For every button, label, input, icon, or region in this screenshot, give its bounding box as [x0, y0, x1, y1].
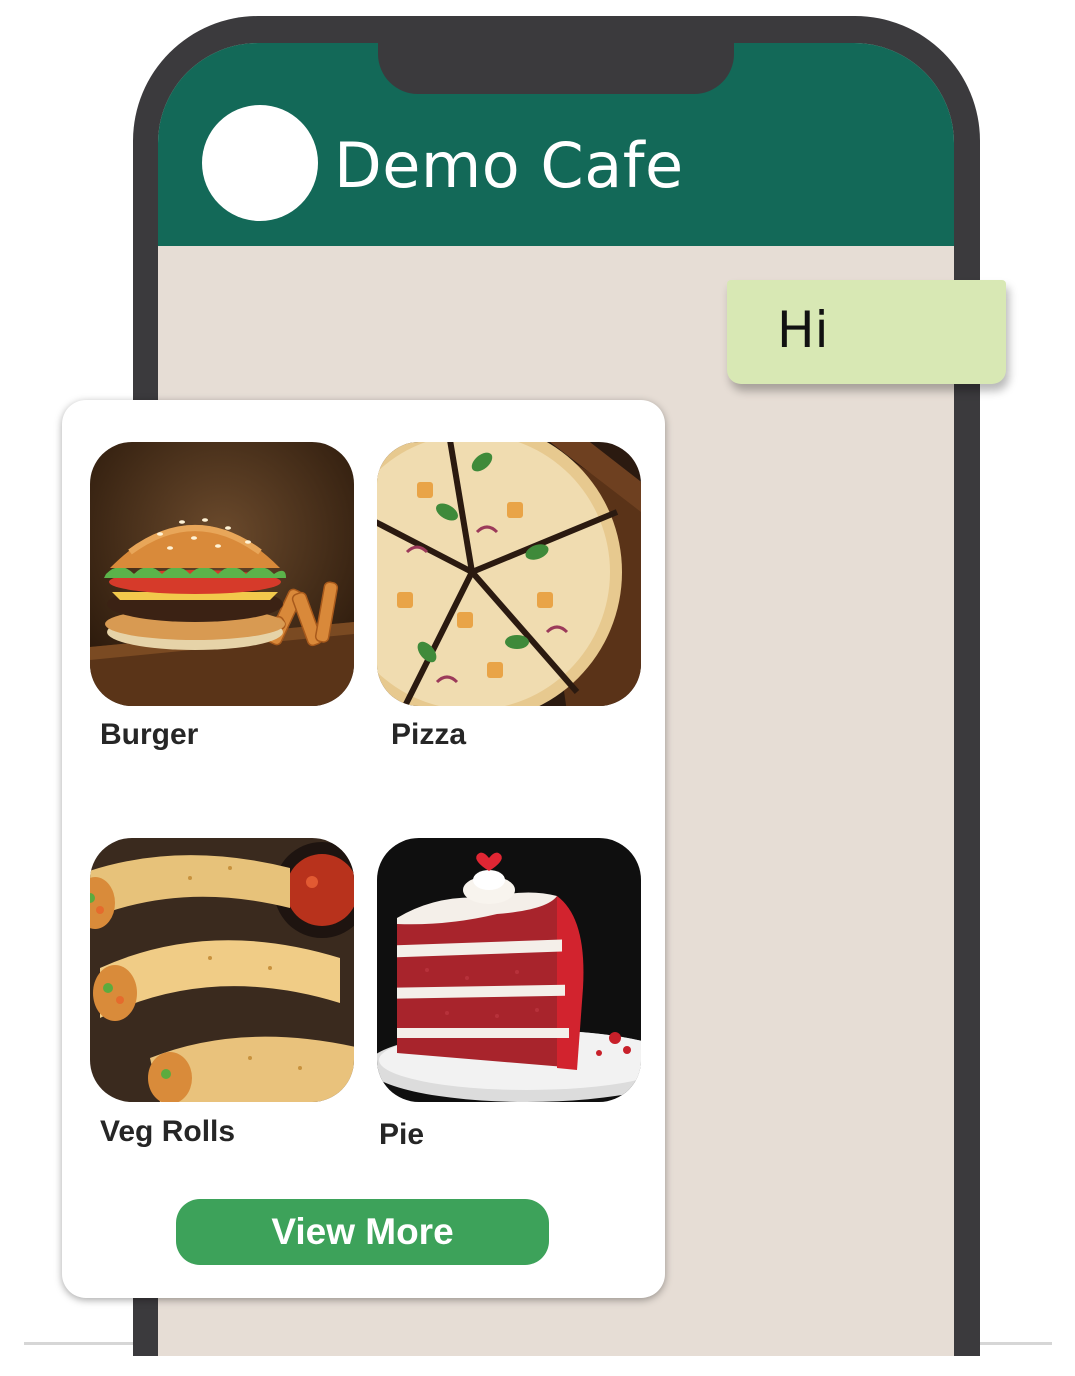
phone-notch	[378, 43, 734, 94]
sent-message-bubble[interactable]: Hi	[727, 280, 1006, 384]
menu-item-label: Burger	[100, 718, 199, 751]
menu-card: Burger Pizza Veg Rolls Pie View More	[62, 400, 665, 1298]
veg-rolls-photo-icon[interactable]	[90, 838, 354, 1102]
message-text: Hi	[777, 301, 829, 359]
menu-item-label: Pizza	[391, 718, 467, 751]
menu-item-burger[interactable]: Burger	[90, 442, 354, 751]
view-more-button[interactable]: View More	[176, 1199, 549, 1265]
menu-item-pie[interactable]: Pie	[377, 838, 641, 1151]
menu-item-label: Veg Rolls	[100, 1115, 236, 1148]
menu-item-pizza[interactable]: Pizza	[377, 442, 641, 751]
menu-item-label: Pie	[379, 1118, 425, 1151]
chat-title[interactable]: Demo Cafe	[334, 131, 684, 201]
app-stage: Demo Cafe Hi Burger Pizza Veg Rolls Pie …	[0, 0, 1075, 1376]
pizza-photo-icon[interactable]	[377, 442, 641, 706]
contact-avatar[interactable]	[202, 105, 318, 221]
pie-photo-icon[interactable]	[377, 838, 641, 1102]
menu-item-veg-rolls[interactable]: Veg Rolls	[90, 838, 354, 1148]
burger-photo-icon[interactable]	[90, 442, 354, 706]
